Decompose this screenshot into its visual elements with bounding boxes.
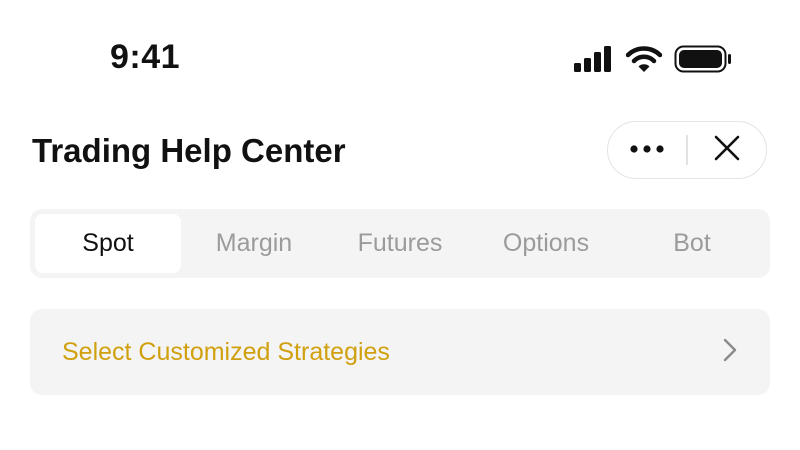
wifi-icon (626, 45, 662, 73)
tab-margin[interactable]: Margin (181, 214, 327, 273)
strategy-row-label: Select Customized Strategies (62, 337, 390, 366)
chevron-right-icon (722, 337, 738, 368)
more-button[interactable] (608, 122, 686, 178)
tab-options[interactable]: Options (473, 214, 619, 273)
page-title: Trading Help Center (32, 132, 346, 169)
more-icon (629, 141, 665, 159)
tab-bot[interactable]: Bot (619, 214, 765, 273)
tab-spot[interactable]: Spot (35, 214, 181, 273)
category-tabs: Spot Margin Futures Options Bot (30, 209, 770, 278)
close-button[interactable] (688, 122, 766, 178)
close-icon (714, 135, 740, 166)
status-time: 9:41 (110, 38, 181, 76)
tab-futures[interactable]: Futures (327, 214, 473, 273)
cellular-signal-icon (574, 46, 614, 72)
header-action-capsule (607, 121, 767, 179)
status-icons (574, 44, 732, 74)
battery-icon (674, 45, 732, 73)
select-strategies-row[interactable]: Select Customized Strategies (30, 309, 770, 395)
screen: 9:41 Trading Help Center Spot Margin Fut… (0, 0, 800, 450)
